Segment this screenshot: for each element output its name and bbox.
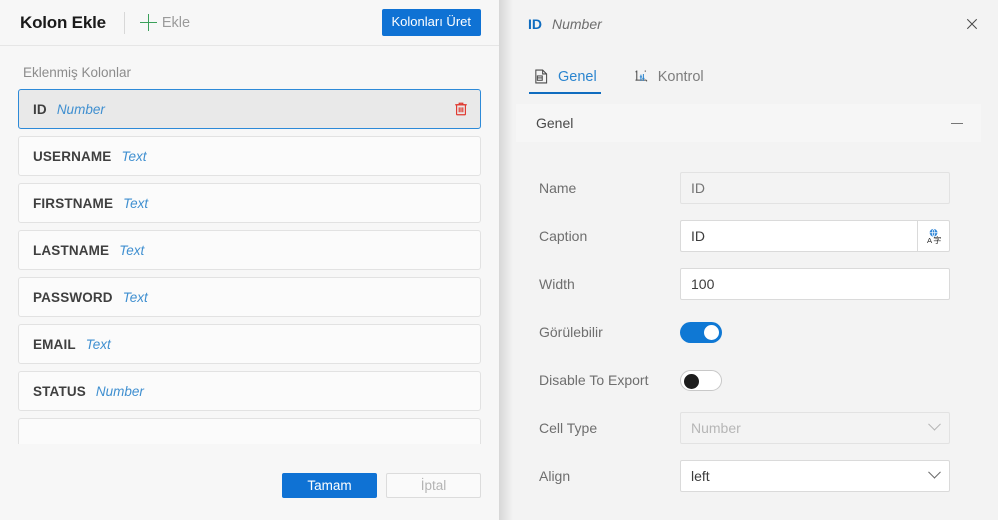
- chevron-down-icon: [928, 417, 941, 430]
- plus-icon: [140, 14, 157, 31]
- column-list-item[interactable]: ID Number: [18, 89, 481, 129]
- caption-label: Caption: [520, 228, 680, 244]
- column-name: LASTNAME: [33, 243, 109, 258]
- tab-genel-label: Genel: [558, 69, 597, 85]
- left-panel-body: Eklenmiş Kolonlar ID Number: [0, 46, 499, 458]
- header-divider: [124, 12, 125, 34]
- field-row-name: Name: [520, 164, 980, 212]
- column-list-item[interactable]: FIRSTNAME Text: [18, 183, 481, 223]
- control-icon: [633, 68, 650, 85]
- cell-type-select: Number: [680, 412, 950, 444]
- column-type: Text: [123, 290, 148, 305]
- tab-kontrol-label: Kontrol: [658, 69, 704, 85]
- align-label: Align: [520, 468, 680, 484]
- added-columns-caption: Eklenmiş Kolonlar: [18, 46, 481, 89]
- caption-input-group: A 字: [680, 220, 950, 252]
- selected-column-type: Number: [552, 16, 602, 32]
- properties-tabs[interactable]: Genel Kontrol: [499, 47, 998, 94]
- column-type: Text: [86, 337, 111, 352]
- svg-text:A: A: [926, 236, 932, 245]
- tab-kontrol[interactable]: Kontrol: [629, 68, 708, 94]
- column-name: USERNAME: [33, 149, 111, 164]
- column-type: Text: [121, 149, 146, 164]
- column-name: ID: [33, 102, 47, 117]
- add-column-panel: Kolon Ekle Ekle Kolonları Üret Eklenmiş …: [0, 0, 499, 520]
- column-list-item[interactable]: PASSWORD Text: [18, 277, 481, 317]
- delete-column-icon[interactable]: [452, 100, 470, 118]
- column-list-item[interactable]: LASTNAME Text: [18, 230, 481, 270]
- left-panel-header: Kolon Ekle Ekle Kolonları Üret: [0, 0, 499, 46]
- toggle-knob: [704, 325, 719, 340]
- svg-text:字: 字: [933, 235, 941, 245]
- add-column-label: Ekle: [162, 15, 190, 31]
- close-icon[interactable]: [958, 10, 986, 38]
- disable-export-label: Disable To Export: [520, 372, 680, 388]
- add-column-button[interactable]: Ekle: [136, 11, 194, 34]
- field-row-width: Width: [520, 260, 980, 308]
- column-properties-panel: ID Number Genel: [499, 0, 998, 520]
- name-field: [680, 172, 950, 204]
- toggle-knob: [684, 374, 699, 389]
- visible-label: Görülebilir: [520, 324, 680, 340]
- generate-columns-button[interactable]: Kolonları Üret: [382, 9, 481, 36]
- confirm-button[interactable]: Tamam: [282, 473, 377, 498]
- field-row-caption: Caption A 字: [520, 212, 980, 260]
- column-type: Number: [57, 102, 105, 117]
- column-editor-dialog: Kolon Ekle Ekle Kolonları Üret Eklenmiş …: [0, 0, 998, 520]
- column-list-item[interactable]: [18, 418, 481, 444]
- left-panel-footer: Tamam İptal: [0, 458, 499, 520]
- column-type: Text: [123, 196, 148, 211]
- column-name: EMAIL: [33, 337, 76, 352]
- minus-icon[interactable]: [951, 123, 963, 124]
- section-title: Genel: [536, 115, 573, 131]
- section-genel-header[interactable]: Genel: [516, 104, 981, 142]
- column-name: FIRSTNAME: [33, 196, 113, 211]
- name-label: Name: [520, 180, 680, 196]
- width-field[interactable]: [680, 268, 950, 300]
- cell-type-label: Cell Type: [520, 420, 680, 436]
- properties-fields: Name Caption A 字: [499, 142, 998, 500]
- field-row-disable-export: Disable To Export: [520, 356, 980, 404]
- cancel-button[interactable]: İptal: [386, 473, 481, 498]
- chevron-down-icon: [928, 465, 941, 478]
- field-row-visible: Görülebilir: [520, 308, 980, 356]
- column-name: STATUS: [33, 384, 86, 399]
- visible-toggle[interactable]: [680, 322, 722, 343]
- tab-genel[interactable]: Genel: [529, 68, 601, 94]
- caption-field[interactable]: [680, 220, 917, 252]
- disable-export-toggle[interactable]: [680, 370, 722, 391]
- column-type: Text: [119, 243, 144, 258]
- properties-scroll-area: Genel Name Caption: [499, 94, 998, 520]
- column-name: PASSWORD: [33, 290, 113, 305]
- column-list-item[interactable]: EMAIL Text: [18, 324, 481, 364]
- field-row-align: Align left: [520, 452, 980, 500]
- cell-type-value: Number: [691, 420, 741, 436]
- column-type: Number: [96, 384, 144, 399]
- width-label: Width: [520, 276, 680, 292]
- align-value: left: [691, 468, 710, 484]
- translate-icon[interactable]: A 字: [917, 220, 950, 252]
- field-row-cell-type: Cell Type Number: [520, 404, 980, 452]
- column-list-item[interactable]: USERNAME Text: [18, 136, 481, 176]
- column-list-item[interactable]: STATUS Number: [18, 371, 481, 411]
- page-title: Kolon Ekle: [20, 13, 106, 33]
- added-columns-list[interactable]: ID Number USERNAME Text: [18, 89, 481, 444]
- properties-header: ID Number: [499, 0, 998, 47]
- align-select[interactable]: left: [680, 460, 950, 492]
- document-icon: [533, 68, 550, 85]
- selected-column-name: ID: [528, 16, 542, 32]
